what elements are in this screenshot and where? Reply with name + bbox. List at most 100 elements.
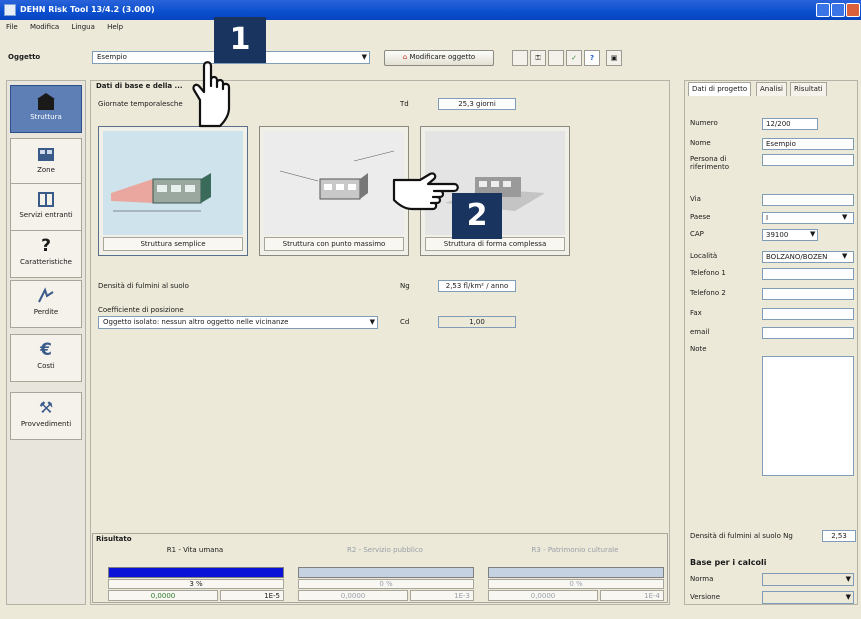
risk-value: 0,0000 xyxy=(108,590,218,601)
field-input[interactable] xyxy=(762,288,854,300)
field-label: Note xyxy=(690,345,707,353)
window-title: DEHN Risk Tool 13/4.2 (3.000) xyxy=(20,5,155,14)
sidebar-item-services[interactable]: Servizi entranti xyxy=(10,183,82,231)
risk-bar xyxy=(298,567,474,578)
menu-bar: File Modifica Lingua Help xyxy=(0,20,861,34)
risk-percent: 0 % xyxy=(298,579,474,589)
result-title: R2 - Servizio pubblico xyxy=(347,546,423,554)
chevron-down-icon: ▼ xyxy=(361,53,367,61)
field-input[interactable]: 12/200 xyxy=(762,118,818,130)
chevron-down-icon: ▼ xyxy=(845,575,851,583)
position-coef-label: Coefficiente di posizione xyxy=(98,306,184,314)
result-title: R1 - Vita umana xyxy=(166,546,224,554)
result-column: R2 - Servizio pubblico 0 % 0,0000 1E-3 xyxy=(290,546,480,601)
chevron-down-icon: ▼ xyxy=(845,593,851,601)
field-input[interactable] xyxy=(762,327,854,339)
zones-icon xyxy=(38,148,54,161)
chevron-down-icon[interactable]: ▼ xyxy=(842,252,847,260)
euro-icon: € xyxy=(40,340,52,360)
app-icon xyxy=(4,4,16,16)
modify-object-button[interactable]: ⌂ Modificare oggetto xyxy=(384,50,494,66)
field-input[interactable] xyxy=(762,154,854,166)
menu-edit[interactable]: Modifica xyxy=(30,23,59,31)
pointing-hand-up-icon xyxy=(192,61,231,128)
sidebar-item-characteristics[interactable]: ? Caratteristiche xyxy=(10,230,82,278)
toolbar-print-icon[interactable] xyxy=(548,50,564,66)
thunder-days-label: Giornate temporalesche xyxy=(98,100,183,108)
position-coef-value: 1,00 xyxy=(438,316,516,328)
help-icon[interactable]: ? xyxy=(584,50,600,66)
toolbar-key-icon[interactable]: ⚿ xyxy=(530,50,546,66)
title-bar: DEHN Risk Tool 13/4.2 (3.000) xyxy=(0,0,861,20)
field-label: Nome xyxy=(690,139,711,147)
menu-file[interactable]: File xyxy=(6,23,18,31)
field-input[interactable] xyxy=(762,194,854,206)
services-icon xyxy=(38,192,54,207)
version-select[interactable]: ▼ xyxy=(762,591,854,604)
right-density-label: Densità di fulmini al suolo Ng xyxy=(690,532,793,540)
risk-bar-fill xyxy=(109,568,283,577)
menu-language[interactable]: Lingua xyxy=(71,23,94,31)
menu-help[interactable]: Help xyxy=(107,23,123,31)
risk-tolerable: 1E-5 xyxy=(220,590,284,601)
toolbar-new-icon[interactable] xyxy=(512,50,528,66)
tools-icon: ⚒ xyxy=(38,398,54,417)
close-button[interactable] xyxy=(846,3,860,17)
field-label: Telefono 2 xyxy=(690,289,726,297)
sidebar-item-zones[interactable]: Zone xyxy=(10,138,82,186)
group-title: Dati di base e della ... xyxy=(96,82,183,90)
norm-select[interactable]: ▼ xyxy=(762,573,854,586)
field-label: CAP xyxy=(690,230,704,238)
field-label: Paese xyxy=(690,213,711,221)
tab-project-data[interactable]: Dati di progetto xyxy=(688,82,752,96)
chevron-down-icon[interactable]: ▼ xyxy=(842,213,847,221)
sidebar-item-measures[interactable]: ⚒ Provvedimenti xyxy=(10,392,82,440)
notes-field[interactable] xyxy=(762,356,854,476)
sidebar-item-losses[interactable]: Perdite xyxy=(10,280,82,328)
thunder-days-field[interactable]: 25,3 giorni xyxy=(438,98,516,110)
structure-caption: Struttura con punto massimo xyxy=(264,237,404,251)
structure-caption: Struttura di forma complessa xyxy=(425,237,565,251)
structure-card-peak[interactable]: Struttura con punto massimo xyxy=(259,126,409,256)
sidebar-item-costs[interactable]: € Costi xyxy=(10,334,82,382)
risk-tolerable: 1E-3 xyxy=(410,590,474,601)
peak-structure-image xyxy=(264,131,404,235)
field-input[interactable] xyxy=(762,268,854,280)
sidebar-item-structure[interactable]: Struttura xyxy=(10,85,82,133)
field-input[interactable]: Esempio xyxy=(762,138,854,150)
norm-label: Norma xyxy=(690,575,714,583)
building-icon xyxy=(37,93,55,110)
tab-analysis[interactable]: Analisi xyxy=(756,82,787,96)
field-input[interactable]: BOLZANO/BOZEN xyxy=(762,251,854,263)
risk-tolerable: 1E-4 xyxy=(600,590,664,601)
maximize-button[interactable] xyxy=(831,3,845,17)
risk-percent: 0 % xyxy=(488,579,664,589)
simple-structure-image xyxy=(103,131,243,235)
position-coef-symbol: Cd xyxy=(400,318,410,326)
thunder-days-symbol: Td xyxy=(400,100,409,108)
field-label: Telefono 1 xyxy=(690,269,726,277)
tab-results[interactable]: Risultati xyxy=(790,82,827,96)
chevron-down-icon[interactable]: ▼ xyxy=(810,230,815,238)
field-input[interactable] xyxy=(762,308,854,320)
version-label: Versione xyxy=(690,593,721,601)
results-title: Risultato xyxy=(96,535,132,543)
density-field[interactable]: 2,53 fl/km² / anno xyxy=(438,280,516,292)
structure-card-simple[interactable]: Struttura semplice xyxy=(98,126,248,256)
field-input[interactable]: I xyxy=(762,212,854,224)
house-icon: ⌂ xyxy=(402,53,408,61)
density-symbol: Ng xyxy=(400,282,410,290)
question-icon: ? xyxy=(41,236,51,256)
right-density-field[interactable]: 2,53 xyxy=(822,530,856,542)
minimize-button[interactable] xyxy=(816,3,830,17)
position-coef-select[interactable]: Oggetto isolato: nessun altro oggetto ne… xyxy=(98,316,378,329)
result-title: R3 - Patrimonio culturale xyxy=(531,546,619,554)
density-label: Densità di fulmini al suolo xyxy=(98,282,189,290)
risk-bar xyxy=(488,567,664,578)
save-icon[interactable]: ▣ xyxy=(606,50,622,66)
field-label: Persona di riferimento xyxy=(690,155,730,171)
toolbar-export-icon[interactable]: ✓ xyxy=(566,50,582,66)
risk-value: 0,0000 xyxy=(488,590,598,601)
field-label: Numero xyxy=(690,119,718,127)
risk-percent: 3 % xyxy=(108,579,284,589)
